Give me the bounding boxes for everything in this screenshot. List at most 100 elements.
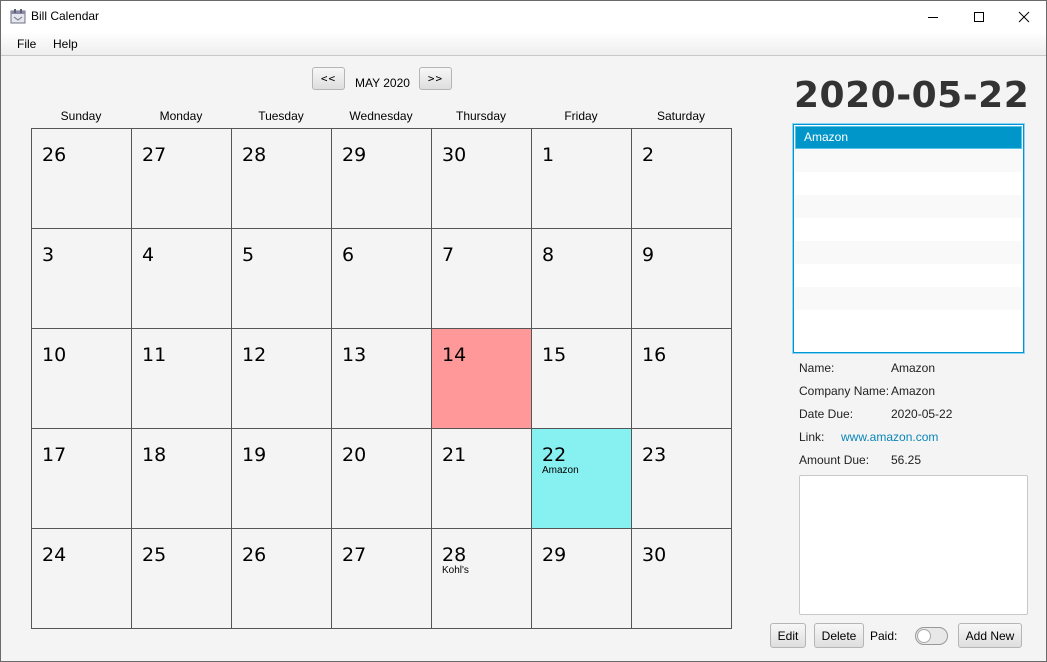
bill-list-item[interactable] (795, 195, 1022, 218)
minimize-button[interactable] (910, 1, 956, 32)
day-cell[interactable]: 2 (632, 129, 732, 229)
day-cell[interactable]: 17 (32, 429, 132, 529)
weekday-label: Wednesday (349, 109, 413, 123)
day-cell[interactable]: 22 Amazon (532, 429, 632, 529)
day-cell[interactable]: 3 (32, 229, 132, 329)
notes-textarea[interactable] (799, 475, 1028, 615)
name-label: Name: (799, 361, 835, 375)
day-number: 30 (642, 544, 667, 566)
month-label: MAY 2020 (355, 76, 410, 90)
next-month-button[interactable]: >> (419, 67, 452, 90)
day-cell[interactable]: 4 (132, 229, 232, 329)
selected-date-heading: 2020-05-22 (794, 75, 1030, 116)
previous-month-button[interactable]: << (312, 67, 345, 90)
day-number: 26 (242, 544, 267, 566)
link-value[interactable]: www.amazon.com (841, 430, 938, 444)
day-number: 16 (642, 344, 667, 366)
day-number: 20 (342, 444, 367, 466)
day-cell[interactable]: 23 (632, 429, 732, 529)
bill-list-item[interactable] (795, 172, 1022, 195)
bill-label: Kohl's (442, 565, 469, 576)
day-cell[interactable]: 1 (532, 129, 632, 229)
day-cell[interactable]: 29 (332, 129, 432, 229)
calendar-grid: 26 27 28 29 30 1 2 3 4 5 6 7 8 9 10 11 12 13 14 15 16 17 18 19 2… (31, 128, 732, 629)
day-cell[interactable]: 26 (232, 529, 332, 629)
day-cell[interactable]: 14 (432, 329, 532, 429)
day-number: 29 (342, 144, 367, 166)
day-number: 25 (142, 544, 167, 566)
day-cell[interactable]: 30 (432, 129, 532, 229)
bill-list-item[interactable] (795, 149, 1022, 172)
day-cell[interactable]: 25 (132, 529, 232, 629)
day-cell[interactable]: 27 (132, 129, 232, 229)
toggle-knob (917, 629, 931, 643)
date-due-label: Date Due: (799, 407, 854, 421)
bill-list-item[interactable] (795, 218, 1022, 241)
day-cell[interactable]: 10 (32, 329, 132, 429)
bill-list-item[interactable] (795, 287, 1022, 310)
add-new-button[interactable]: Add New (958, 623, 1022, 648)
day-cell[interactable]: 21 (432, 429, 532, 529)
day-cell[interactable]: 27 (332, 529, 432, 629)
link-label: Link: (799, 430, 825, 444)
day-cell[interactable]: 5 (232, 229, 332, 329)
close-button[interactable] (1001, 1, 1047, 32)
day-number: 28 (242, 144, 267, 166)
day-number: 22 (542, 444, 567, 466)
day-number: 27 (342, 544, 367, 566)
amount-due-label: Amount Due: (799, 453, 870, 467)
day-number: 11 (142, 344, 167, 366)
day-number: 19 (242, 444, 267, 466)
day-cell[interactable]: 9 (632, 229, 732, 329)
day-cell[interactable]: 8 (532, 229, 632, 329)
bill-list-item[interactable] (795, 241, 1022, 264)
name-value: Amazon (891, 361, 936, 375)
day-number: 27 (142, 144, 167, 166)
day-number: 29 (542, 544, 567, 566)
date-due-value: 2020-05-22 (891, 407, 953, 421)
day-number: 9 (642, 244, 655, 266)
window-title: Bill Calendar (31, 9, 100, 23)
day-cell[interactable]: 13 (332, 329, 432, 429)
company-name-label: Company Name: (799, 384, 890, 398)
day-number: 15 (542, 344, 567, 366)
day-cell[interactable]: 24 (32, 529, 132, 629)
day-number: 23 (642, 444, 667, 466)
day-number: 21 (442, 444, 467, 466)
day-cell[interactable]: 30 (632, 529, 732, 629)
day-cell[interactable]: 28 (232, 129, 332, 229)
day-cell[interactable]: 12 (232, 329, 332, 429)
day-cell[interactable]: 20 (332, 429, 432, 529)
day-cell[interactable]: 7 (432, 229, 532, 329)
delete-button[interactable]: Delete (814, 623, 864, 648)
bill-label: Amazon (542, 465, 579, 476)
menu-file[interactable]: File (17, 37, 36, 51)
title-bar[interactable]: Bill Calendar (1, 1, 1046, 32)
day-cell[interactable]: 26 (32, 129, 132, 229)
day-cell[interactable]: 18 (132, 429, 232, 529)
day-cell[interactable]: 6 (332, 229, 432, 329)
day-cell[interactable]: 28 Kohl's (432, 529, 532, 629)
day-cell[interactable]: 29 (532, 529, 632, 629)
edit-button[interactable]: Edit (770, 623, 806, 648)
day-cell[interactable]: 19 (232, 429, 332, 529)
bill-list-item[interactable] (795, 264, 1022, 287)
minimize-icon (928, 16, 938, 18)
company-name-value: Amazon (891, 384, 936, 398)
day-cell[interactable]: 11 (132, 329, 232, 429)
bill-list-item[interactable]: Amazon (795, 126, 1022, 149)
paid-toggle[interactable] (915, 627, 948, 645)
day-cell[interactable]: 15 (532, 329, 632, 429)
bill-list-item[interactable] (795, 310, 1022, 333)
day-number: 10 (42, 344, 67, 366)
menu-help[interactable]: Help (53, 37, 78, 51)
day-number: 26 (42, 144, 67, 166)
maximize-button[interactable] (956, 1, 1002, 32)
day-number: 6 (342, 244, 355, 266)
amount-due-value: 56.25 (891, 453, 922, 467)
weekday-label: Sunday (60, 109, 102, 123)
day-number: 12 (242, 344, 267, 366)
day-cell[interactable]: 16 (632, 329, 732, 429)
day-number: 8 (542, 244, 555, 266)
bill-list[interactable]: Amazon (793, 124, 1024, 353)
